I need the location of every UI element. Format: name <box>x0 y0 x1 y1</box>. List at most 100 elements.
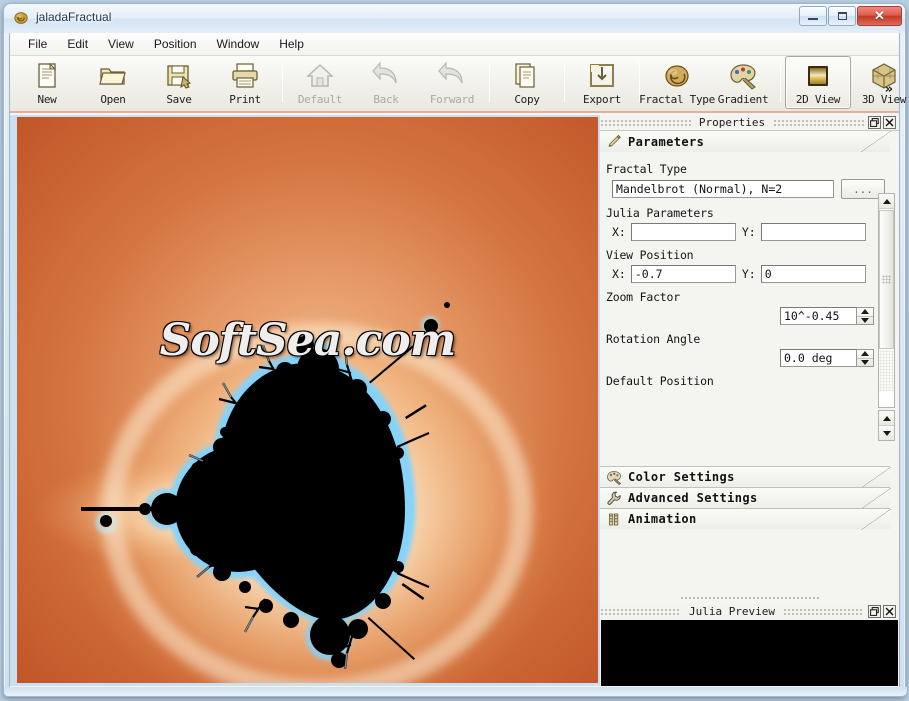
view-y-input[interactable]: 0 <box>760 265 866 283</box>
film-icon <box>606 512 622 527</box>
julia-x-label: X: <box>612 225 626 239</box>
scroll-track[interactable] <box>879 350 894 391</box>
zoom-factor-increase-button[interactable] <box>857 308 873 317</box>
toolbar-button-label: Fractal Type <box>639 93 715 106</box>
square-2d-icon <box>802 61 834 91</box>
zoom-factor-spinner[interactable]: 10^-0.45 <box>780 307 874 325</box>
parameters-scrollbar[interactable] <box>878 193 895 408</box>
toolbar-separator <box>564 62 565 102</box>
maximize-icon <box>837 12 847 20</box>
properties-float-button[interactable] <box>868 116 882 129</box>
section-header-advanced-settings[interactable]: Advanced Settings <box>600 487 891 509</box>
window-titlebar[interactable]: jaladaFractual ✕ <box>4 4 905 33</box>
toolbar-separator <box>780 62 781 102</box>
scroll-thumb[interactable] <box>879 210 894 349</box>
fractal-type-input[interactable]: Mandelbrot (Normal), N=2 <box>612 180 834 198</box>
dock-grip-right-icon <box>773 119 865 126</box>
julia-y-input[interactable] <box>760 223 866 241</box>
julia-close-button[interactable] <box>883 605 896 618</box>
close-button[interactable]: ✕ <box>857 6 902 26</box>
minimize-button[interactable] <box>799 6 827 26</box>
shell-spiral-icon <box>13 9 29 25</box>
menu-item-window[interactable]: Window <box>207 34 270 54</box>
rotation-angle-increase-button[interactable] <box>857 350 873 359</box>
printer-icon <box>229 61 261 91</box>
properties-resize-grip[interactable] <box>600 596 899 602</box>
dock-grip-right-icon <box>783 608 864 615</box>
toolbar-button-export[interactable]: Export <box>569 56 635 109</box>
zoom-factor-spin-buttons[interactable] <box>857 307 874 325</box>
close-icon <box>885 607 894 616</box>
wrench-icon <box>606 491 622 506</box>
toolbar-button-label: Gradient <box>717 93 769 106</box>
menu-item-help[interactable]: Help <box>269 34 314 54</box>
fractal-canvas-pane[interactable]: SoftSea.com <box>17 117 598 683</box>
float-window-icon <box>870 607 879 616</box>
section-header-animation[interactable]: Animation <box>600 508 891 530</box>
rotation-angle-decrease-button[interactable] <box>857 359 873 367</box>
right-dock: Properties Parameters Fractal Type Mande… <box>600 115 899 686</box>
caret-up-icon <box>861 351 869 357</box>
menubar: File Edit View Position Window Help <box>10 33 899 56</box>
titlebar-left-group: jaladaFractual <box>13 9 111 25</box>
rotation-angle-input[interactable]: 0.0 deg <box>780 349 857 367</box>
rotation-angle-spin-buttons[interactable] <box>857 349 874 367</box>
minimize-icon <box>808 18 818 20</box>
open-folder-icon <box>97 61 129 91</box>
toolbar-button-label: Save <box>166 93 192 106</box>
window-bottom-frame <box>4 687 907 696</box>
properties-close-button[interactable] <box>883 116 897 129</box>
application-window: jaladaFractual ✕ File Edit View Position Win… <box>3 3 909 697</box>
julia-preview-canvas[interactable] <box>601 620 898 686</box>
section-header-parameters[interactable]: Parameters <box>600 131 891 152</box>
zoom-factor-input[interactable]: 10^-0.45 <box>780 307 857 325</box>
properties-panel-buttons <box>868 116 897 129</box>
default-position-label: Default Position <box>606 374 714 388</box>
toolbar-button-2d-view[interactable]: 2D View <box>785 56 851 109</box>
parameters-scrollbar-lower[interactable] <box>878 410 895 441</box>
export-icon <box>586 61 618 91</box>
toolbar-button-back: Back <box>353 56 419 109</box>
menu-item-position[interactable]: Position <box>144 34 207 54</box>
toolbar-button-label: 2D View <box>795 93 841 106</box>
maximize-button[interactable] <box>828 6 856 26</box>
menu-item-view[interactable]: View <box>98 34 144 54</box>
toolbar-button-label: New <box>37 93 57 106</box>
rotation-angle-label: Rotation Angle <box>606 332 701 346</box>
section-label-advanced-settings: Advanced Settings <box>628 491 758 505</box>
rotation-angle-spinner[interactable]: 0.0 deg <box>780 349 874 367</box>
properties-panel-titlebar[interactable]: Properties <box>600 115 899 130</box>
palette-icon <box>727 61 759 91</box>
scroll-up-button-2[interactable] <box>879 411 894 426</box>
toolbar-button-group: New Open Save Print Default Back Forward Copy Ex… <box>14 56 909 109</box>
toolbar-button-copy[interactable]: Copy <box>494 56 560 109</box>
toolbar-button-label: Copy <box>514 93 540 106</box>
toolbar-button-fractal-type[interactable]: Fractal Type <box>639 56 715 109</box>
toolbar-button-open[interactable]: Open <box>80 56 146 109</box>
scroll-up-button[interactable] <box>879 194 894 209</box>
toolbar-button-3d-view[interactable]: 3D View <box>851 56 909 109</box>
julia-float-button[interactable] <box>868 605 881 618</box>
fractal-image[interactable] <box>17 117 598 683</box>
toolbar-button-print[interactable]: Print <box>212 56 278 109</box>
menu-item-edit[interactable]: Edit <box>57 34 98 54</box>
main-split-area: SoftSea.com Properties Parameters Fracta… <box>10 115 899 686</box>
toolbar-button-label: Default <box>297 93 343 106</box>
julia-parameters-label: Julia Parameters <box>606 206 714 220</box>
toolbar-button-save[interactable]: Save <box>146 56 212 109</box>
section-header-color-settings[interactable]: Color Settings <box>600 466 891 488</box>
menu-item-file[interactable]: File <box>18 34 57 54</box>
zoom-factor-label: Zoom Factor <box>606 290 680 304</box>
close-icon: ✕ <box>874 8 885 23</box>
scroll-down-button-2[interactable] <box>879 426 894 440</box>
toolbar-button-new[interactable]: New <box>14 56 80 109</box>
section-label-animation: Animation <box>628 512 697 526</box>
toolbar-overflow-chevron-icon[interactable]: » <box>885 82 893 97</box>
zoom-factor-decrease-button[interactable] <box>857 317 873 325</box>
toolbar-button-label: Back <box>373 93 399 106</box>
julia-preview-titlebar[interactable]: Julia Preview <box>600 604 899 619</box>
view-x-input[interactable]: -0.7 <box>630 265 736 283</box>
toolbar-button-gradient[interactable]: Gradient <box>710 56 776 109</box>
julia-x-input[interactable] <box>630 223 736 241</box>
copy-pages-icon <box>511 61 543 91</box>
